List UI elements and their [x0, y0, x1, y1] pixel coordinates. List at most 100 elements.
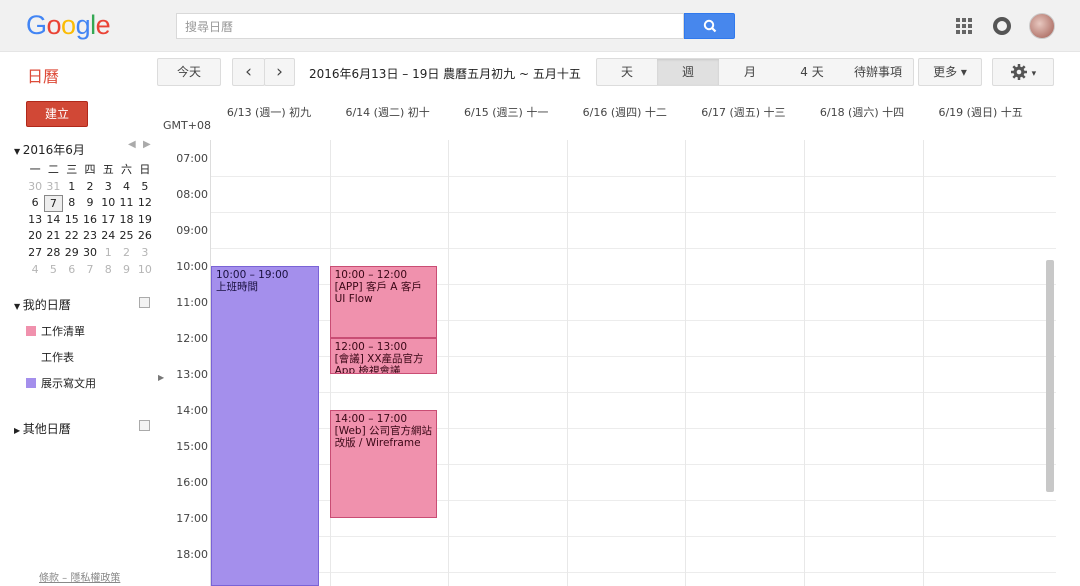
mini-day[interactable]: 27: [26, 245, 44, 262]
mini-day[interactable]: 30: [26, 179, 44, 196]
mini-day[interactable]: 12: [136, 195, 154, 212]
mini-day[interactable]: 20: [26, 228, 44, 245]
mini-day[interactable]: 10: [136, 262, 154, 279]
day-header[interactable]: 6/18 (週六) 十四: [803, 104, 921, 120]
avatar[interactable]: [1029, 13, 1055, 39]
apps-grid-icon[interactable]: [956, 18, 972, 34]
day-header[interactable]: 6/17 (週五) 十三: [684, 104, 802, 120]
mini-day[interactable]: 4: [26, 262, 44, 279]
mini-prev-icon[interactable]: ◀: [128, 139, 136, 150]
mini-day[interactable]: 26: [136, 228, 154, 245]
search-input[interactable]: 搜尋日曆: [176, 13, 684, 39]
mini-day[interactable]: 23: [81, 228, 99, 245]
other-calendars-menu-icon[interactable]: [139, 420, 150, 431]
calendar-event[interactable]: 10:00 – 12:00 [APP] 客戶 A 客戶 UI Flow: [329, 266, 438, 338]
mini-day[interactable]: 9: [117, 262, 135, 279]
mini-day[interactable]: 4: [117, 179, 135, 196]
mini-day[interactable]: 5: [136, 179, 154, 196]
next-week-button[interactable]: ›: [264, 58, 295, 86]
mini-day[interactable]: 18: [117, 212, 135, 229]
mini-day[interactable]: 1: [63, 179, 81, 196]
mini-day[interactable]: 31: [44, 179, 62, 196]
mini-day[interactable]: 17: [99, 212, 117, 229]
prev-week-button[interactable]: ‹: [232, 58, 265, 86]
mini-calendar-title[interactable]: ▼ 2016年6月: [14, 141, 85, 158]
mini-day[interactable]: 2: [117, 245, 135, 262]
mini-day[interactable]: 6: [63, 262, 81, 279]
date-range-title: 2016年6月13日 – 19日 農曆五月初九 ~ 五月十五: [309, 67, 581, 81]
view-month-button[interactable]: 月: [719, 59, 781, 85]
day-column-divider: [804, 140, 805, 586]
mini-day[interactable]: 2: [81, 179, 99, 196]
more-button[interactable]: 更多 ▾: [918, 58, 982, 86]
calendar-event[interactable]: 10:00 – 19:00 上班時間: [211, 266, 319, 586]
day-header[interactable]: 6/14 (週二) 初十: [329, 104, 447, 120]
settings-chevron: ▾: [1031, 69, 1037, 79]
day-header[interactable]: 6/16 (週四) 十二: [566, 104, 684, 120]
color-swatch: [26, 326, 36, 336]
day-column-divider: [448, 140, 450, 586]
create-event-button[interactable]: 建立: [26, 101, 88, 127]
mini-weekday-label: 一: [29, 163, 41, 176]
week-grid[interactable]: 10:00 – 19:00 上班時間 10:00 – 12:00 [APP] 客戶 A…: [210, 140, 1056, 586]
mini-day[interactable]: 15: [63, 212, 81, 229]
event-title: [會議] XX產品官方 App 檢視會議: [334, 353, 424, 374]
mini-day[interactable]: 9: [81, 195, 99, 212]
notifications-icon[interactable]: [993, 17, 1011, 35]
color-swatch: [26, 378, 36, 388]
my-calendars-menu-icon[interactable]: [139, 297, 150, 308]
mini-day[interactable]: 3: [99, 179, 117, 196]
mini-day[interactable]: 21: [44, 228, 62, 245]
settings-button[interactable]: ▾: [992, 58, 1054, 86]
mini-day[interactable]: 30: [81, 245, 99, 262]
mini-day[interactable]: 3: [136, 245, 154, 262]
footer-links[interactable]: 條款 – 隱私權政策: [39, 569, 120, 584]
mini-week-row: 30 31 1 2 3 4 5: [26, 179, 154, 196]
view-4days-button[interactable]: 4 天: [781, 59, 843, 85]
mini-day[interactable]: 6: [26, 195, 44, 212]
mini-day[interactable]: 1: [99, 245, 117, 262]
my-calendars-header[interactable]: ▼ 我的日曆: [14, 296, 71, 313]
event-time: 14:00 – 17:00: [334, 413, 408, 425]
mini-day[interactable]: 28: [44, 245, 62, 262]
day-header[interactable]: 6/19 (週日) 十五: [922, 104, 1040, 120]
view-day-button[interactable]: 天: [597, 59, 657, 85]
mini-week-row: 27 28 29 30 1 2 3: [26, 245, 154, 262]
mini-next-icon[interactable]: ▶: [143, 139, 151, 150]
calendar-item-demo[interactable]: 展示寫文用: [26, 375, 96, 391]
day-header[interactable]: 6/15 (週三) 十一: [447, 104, 565, 120]
mini-day[interactable]: 8: [99, 262, 117, 279]
mini-day[interactable]: 11: [117, 195, 135, 212]
mini-day[interactable]: 16: [81, 212, 99, 229]
hour-label: 15:00: [176, 440, 208, 453]
mini-day[interactable]: 7: [44, 195, 63, 212]
calendar-event[interactable]: 14:00 – 17:00 [Web] 公司官方網站改版 / Wireframe: [329, 410, 438, 518]
hour-label: 08:00: [176, 188, 208, 201]
google-logo[interactable]: Google: [26, 10, 111, 41]
calendar-item-worklist[interactable]: 工作清單: [26, 323, 85, 339]
mini-day[interactable]: 14: [44, 212, 62, 229]
collapse-arrow-icon[interactable]: ▶: [158, 373, 164, 382]
calendar-event[interactable]: 12:00 – 13:00 [會議] XX產品官方 App 檢視會議: [329, 338, 438, 374]
calendar-item-worksheet[interactable]: 工作表: [26, 349, 74, 365]
view-agenda-button[interactable]: 待辦事項: [843, 59, 913, 85]
mini-weekday-label: 四: [84, 163, 96, 176]
event-time: 10:00 – 19:00: [216, 269, 289, 281]
search-button[interactable]: [684, 13, 735, 39]
mini-day[interactable]: 19: [136, 212, 154, 229]
hour-gridline: [211, 536, 1056, 537]
mini-day[interactable]: 29: [63, 245, 81, 262]
mini-day[interactable]: 5: [44, 262, 62, 279]
other-calendars-header[interactable]: ▶ 其他日曆: [14, 420, 71, 437]
mini-day[interactable]: 7: [81, 262, 99, 279]
scrollbar[interactable]: [1046, 260, 1054, 492]
mini-day[interactable]: 10: [99, 195, 117, 212]
mini-day[interactable]: 24: [99, 228, 117, 245]
day-header[interactable]: 6/13 (週一) 初九: [210, 104, 328, 120]
view-week-button[interactable]: 週: [657, 59, 719, 85]
mini-day[interactable]: 8: [63, 195, 81, 212]
mini-day[interactable]: 13: [26, 212, 44, 229]
today-button[interactable]: 今天: [157, 58, 221, 86]
mini-day[interactable]: 25: [117, 228, 135, 245]
mini-day[interactable]: 22: [63, 228, 81, 245]
